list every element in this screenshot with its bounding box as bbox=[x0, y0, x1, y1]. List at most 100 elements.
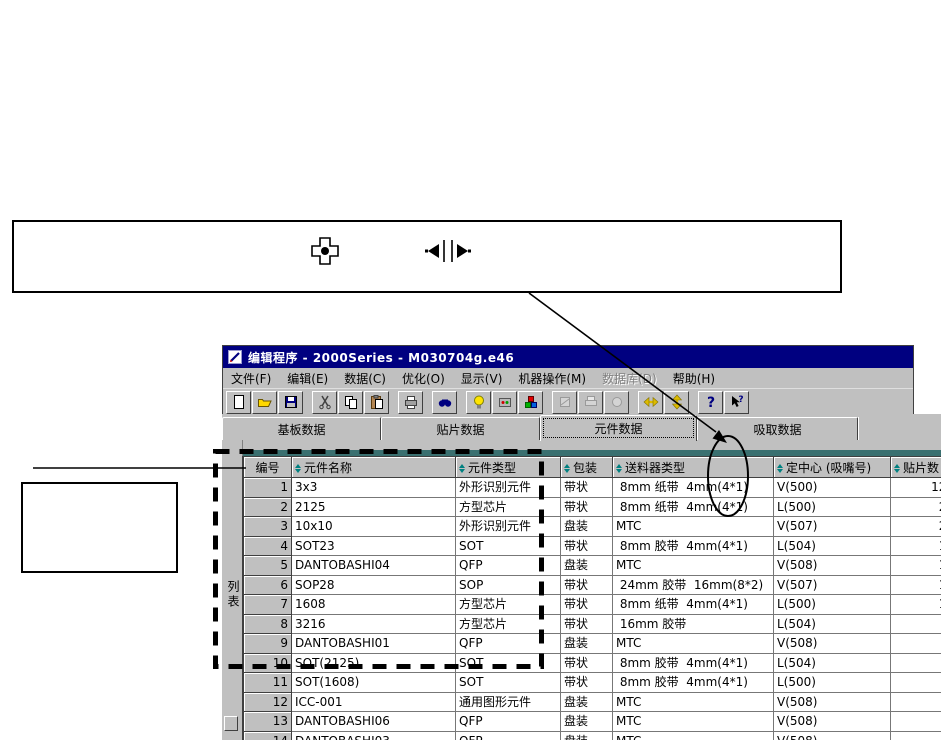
column-header[interactable]: 元件类型 bbox=[455, 456, 561, 478]
table-cell[interactable]: SOT bbox=[455, 672, 561, 693]
open-folder-icon[interactable] bbox=[252, 390, 277, 414]
table-cell[interactable]: V(508) bbox=[773, 691, 891, 712]
table-cell[interactable]: 带状 bbox=[560, 594, 613, 615]
bulb-icon[interactable] bbox=[466, 390, 491, 414]
table-cell[interactable]: 8mm 胶带 4mm(4*1) bbox=[612, 672, 774, 693]
table-cell[interactable]: 10x10 bbox=[291, 516, 456, 537]
table-cell[interactable]: 盘装 bbox=[560, 555, 613, 576]
row-number-cell[interactable]: 3 bbox=[243, 516, 292, 537]
table-cell[interactable]: 方型芯片 bbox=[455, 613, 561, 634]
table-cell[interactable]: SOP bbox=[455, 574, 561, 595]
save-icon[interactable] bbox=[278, 390, 303, 414]
table-cell[interactable]: ICC-001 bbox=[291, 691, 456, 712]
table-cell[interactable]: L(500) bbox=[773, 496, 891, 517]
table-cell[interactable]: 盘装 bbox=[560, 691, 613, 712]
table-cell[interactable]: 9 bbox=[890, 613, 941, 634]
table-cell[interactable]: 8 bbox=[890, 691, 941, 712]
row-number-cell[interactable]: 6 bbox=[243, 574, 292, 595]
table-cell[interactable]: 9 bbox=[890, 633, 941, 654]
machine-icon[interactable] bbox=[492, 390, 517, 414]
table-cell[interactable]: SOT bbox=[455, 652, 561, 673]
table-cell[interactable]: L(500) bbox=[773, 672, 891, 693]
table-cell[interactable]: 盘装 bbox=[560, 516, 613, 537]
table-cell[interactable]: 8mm 纸带 4mm(4*1) bbox=[612, 594, 774, 615]
table-cell[interactable]: 12 bbox=[890, 555, 941, 576]
table-cell[interactable]: DANTOBASHI03 bbox=[291, 730, 456, 740]
row-number-cell[interactable]: 9 bbox=[243, 633, 292, 654]
column-header[interactable]: 贴片数 bbox=[890, 456, 941, 478]
menu-help[interactable]: 帮助(H) bbox=[665, 369, 723, 388]
table-cell[interactable]: MTC bbox=[612, 516, 774, 537]
table-cell[interactable]: 3216 bbox=[291, 613, 456, 634]
table-cell[interactable]: V(508) bbox=[773, 711, 891, 732]
table-cell[interactable]: 8mm 纸带 4mm(4*1) bbox=[612, 477, 774, 498]
column-header[interactable]: 定中心 (吸嘴号) bbox=[773, 456, 891, 478]
menu-data[interactable]: 数据(C) bbox=[336, 369, 394, 388]
context-help-icon[interactable]: ? bbox=[724, 390, 749, 414]
row-number-cell[interactable]: 12 bbox=[243, 691, 292, 712]
table-cell[interactable]: QFP bbox=[455, 555, 561, 576]
table-cell[interactable]: DANTOBASHI04 bbox=[291, 555, 456, 576]
table-cell[interactable]: 8mm 胶带 4mm(4*1) bbox=[612, 535, 774, 556]
list-strip-button[interactable] bbox=[224, 716, 238, 731]
table-cell[interactable]: 外形识别元件 bbox=[455, 516, 561, 537]
table-cell[interactable]: 8 bbox=[890, 652, 941, 673]
table-cell[interactable]: MTC bbox=[612, 730, 774, 740]
tab-placement-data[interactable]: 贴片数据 bbox=[381, 417, 540, 440]
table-cell[interactable]: 方型芯片 bbox=[455, 496, 561, 517]
table-cell[interactable]: SOP28 bbox=[291, 574, 456, 595]
help-icon[interactable]: ? bbox=[698, 390, 723, 414]
table-cell[interactable]: 带状 bbox=[560, 613, 613, 634]
table-cell[interactable]: SOT(2125) bbox=[291, 652, 456, 673]
menu-file[interactable]: 文件(F) bbox=[223, 369, 279, 388]
table-cell[interactable]: 盘装 bbox=[560, 633, 613, 654]
table-cell[interactable]: 8 bbox=[890, 730, 941, 740]
row-number-cell[interactable]: 8 bbox=[243, 613, 292, 634]
table-cell[interactable]: 带状 bbox=[560, 672, 613, 693]
new-document-icon[interactable] bbox=[226, 390, 251, 414]
table-cell[interactable]: 24mm 胶带 16mm(8*2) bbox=[612, 574, 774, 595]
table-cell[interactable]: 带状 bbox=[560, 574, 613, 595]
menu-optimize[interactable]: 优化(O) bbox=[394, 369, 453, 388]
tab-pickup-data[interactable]: 吸取数据 bbox=[697, 417, 858, 440]
table-cell[interactable]: 8mm 纸带 4mm(4*1) bbox=[612, 496, 774, 517]
table-cell[interactable]: QFP bbox=[455, 711, 561, 732]
cubes-icon[interactable] bbox=[518, 390, 543, 414]
paste-icon[interactable] bbox=[364, 390, 389, 414]
row-number-cell[interactable]: 13 bbox=[243, 711, 292, 732]
table-cell[interactable]: L(504) bbox=[773, 613, 891, 634]
table-cell[interactable]: 盘装 bbox=[560, 730, 613, 740]
table-cell[interactable]: 124 bbox=[890, 477, 941, 498]
row-number-cell[interactable]: 4 bbox=[243, 535, 292, 556]
table-cell[interactable]: 带状 bbox=[560, 652, 613, 673]
table-cell[interactable]: 方型芯片 bbox=[455, 594, 561, 615]
row-number-cell[interactable]: 7 bbox=[243, 594, 292, 615]
table-cell[interactable]: DANTOBASHI06 bbox=[291, 711, 456, 732]
print-icon[interactable] bbox=[398, 390, 423, 414]
table-cell[interactable]: 带状 bbox=[560, 535, 613, 556]
cut-icon[interactable] bbox=[312, 390, 337, 414]
table-cell[interactable]: 带状 bbox=[560, 477, 613, 498]
table-cell[interactable]: 3x3 bbox=[291, 477, 456, 498]
table-cell[interactable]: V(507) bbox=[773, 516, 891, 537]
swap-vertical-icon[interactable] bbox=[664, 390, 689, 414]
table-cell[interactable]: MTC bbox=[612, 711, 774, 732]
table-cell[interactable]: 16mm 胶带 bbox=[612, 613, 774, 634]
column-header[interactable]: 送料器类型 bbox=[612, 456, 774, 478]
table-cell[interactable]: L(504) bbox=[773, 535, 891, 556]
table-cell[interactable]: MTC bbox=[612, 691, 774, 712]
copy-icon[interactable] bbox=[338, 390, 363, 414]
table-cell[interactable]: 27 bbox=[890, 496, 941, 517]
table-cell[interactable]: 带状 bbox=[560, 496, 613, 517]
table-cell[interactable]: QFP bbox=[455, 633, 561, 654]
table-cell[interactable]: 通用图形元件 bbox=[455, 691, 561, 712]
table-cell[interactable]: L(500) bbox=[773, 594, 891, 615]
table-cell[interactable]: V(507) bbox=[773, 574, 891, 595]
tab-board-data[interactable]: 基板数据 bbox=[222, 417, 381, 440]
table-cell[interactable]: MTC bbox=[612, 633, 774, 654]
table-cell[interactable]: V(508) bbox=[773, 555, 891, 576]
table-cell[interactable]: DANTOBASHI01 bbox=[291, 633, 456, 654]
table-cell[interactable]: QFP bbox=[455, 730, 561, 740]
table-cell[interactable]: SOT(1608) bbox=[291, 672, 456, 693]
menu-view[interactable]: 显示(V) bbox=[453, 369, 511, 388]
